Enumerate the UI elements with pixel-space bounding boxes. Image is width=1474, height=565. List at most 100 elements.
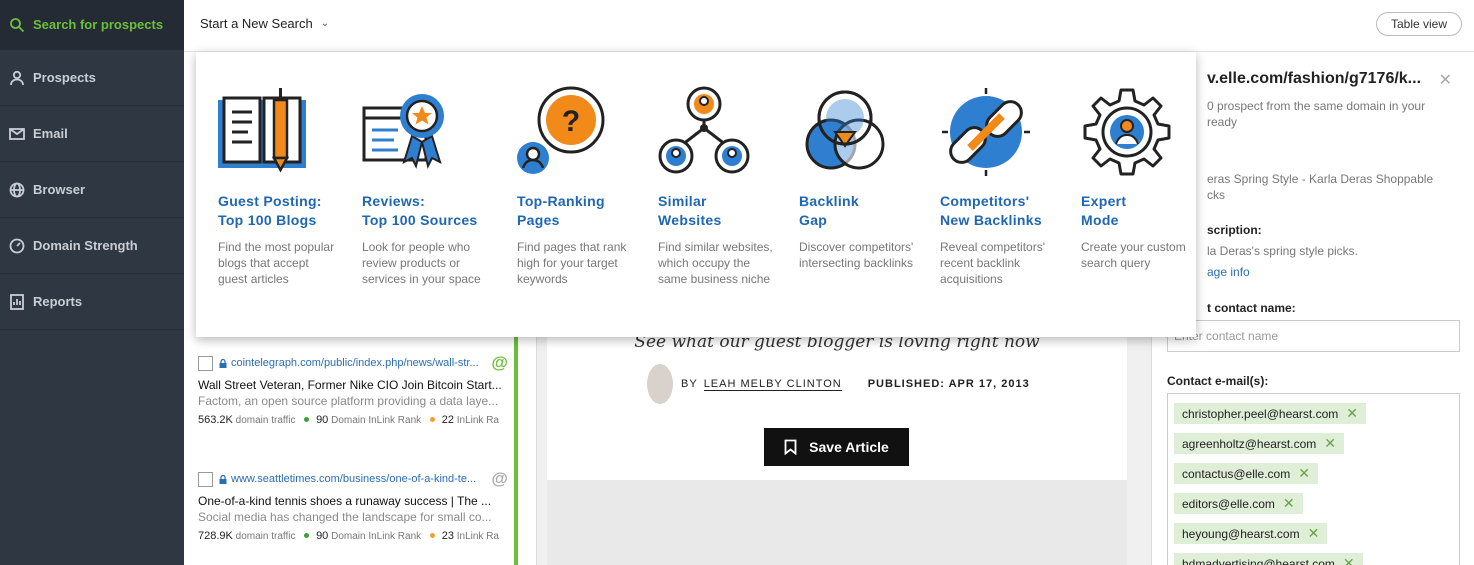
sidebar-item-label: Reports	[33, 294, 83, 309]
remove-email-icon[interactable]: ✕	[1324, 435, 1336, 452]
save-article-label: Save Article	[809, 439, 889, 455]
title-line: Websites	[658, 212, 722, 228]
title-line: Pages	[517, 212, 560, 228]
sidebar-item-domain-strength[interactable]: Domain Strength	[0, 218, 184, 274]
email-chip-text: christopher.peel@hearst.com	[1182, 406, 1339, 421]
award-certificate-icon	[362, 94, 444, 169]
prospect-details-panel: v.elle.com/fashion/g7176/k... ✕ 0 prospe…	[1152, 52, 1474, 565]
search-type-title: Top-Ranking Pages	[517, 192, 657, 230]
svg-text:?: ?	[562, 105, 580, 138]
title-line: New Backlinks	[940, 212, 1042, 228]
top-bar: Start a New Search ⌄ Table view	[184, 0, 1474, 52]
search-type-description: Look for people who review products or s…	[362, 240, 481, 286]
article-lower-area	[547, 480, 1127, 565]
remove-email-icon[interactable]: ✕	[1283, 495, 1295, 512]
remove-email-icon[interactable]: ✕	[1308, 525, 1320, 542]
save-article-button[interactable]: Save Article	[764, 428, 909, 466]
sidebar-item-prospects[interactable]: Prospects	[0, 50, 184, 106]
email-chip-text: heyoung@hearst.com	[1182, 526, 1300, 541]
email-chip: christopher.peel@hearst.com ✕	[1174, 403, 1366, 424]
inlink-rank-label: InLink Ra	[456, 415, 499, 426]
page-title-line: cks	[1207, 188, 1225, 202]
description-text: la Deras's spring style picks.	[1207, 244, 1359, 258]
search-type-title: Backlink Gap	[799, 192, 939, 230]
network-users-icon	[658, 86, 750, 174]
gear-user-icon	[1083, 88, 1171, 176]
article-byline: BY LEAH MELBY CLINTON PUBLISHED: APR 17,…	[647, 364, 1030, 404]
status-dot-green	[304, 533, 310, 538]
select-checkbox[interactable]	[198, 355, 213, 371]
email-found-icon: @	[491, 353, 508, 372]
domain-traffic-label: domain traffic	[235, 531, 296, 542]
domain-traffic-label: domain traffic	[235, 415, 296, 426]
result-url[interactable]: www.seattletimes.com/business/one-of-a-k…	[231, 473, 483, 485]
domain-rank-value: 90	[316, 530, 329, 542]
envelope-icon	[8, 125, 26, 143]
gauge-icon	[8, 237, 26, 255]
sidebar-item-email[interactable]: Email	[0, 106, 184, 162]
domain-rank-label: Domain InLink Rank	[331, 415, 422, 426]
email-chip-text: editors@elle.com	[1182, 496, 1275, 511]
inlink-rank-value: 22	[441, 414, 454, 426]
sidebar-item-label: Search for prospects	[33, 17, 164, 32]
active-row-indicator	[514, 330, 518, 565]
remove-email-icon[interactable]: ✕	[1298, 465, 1310, 482]
prospect-note-line: 0 prospect from the same domain in your	[1207, 99, 1426, 113]
email-missing-icon: @	[491, 469, 508, 488]
search-type-description: Find similar websites, which occupy the …	[658, 240, 773, 286]
table-view-button[interactable]: Table view	[1375, 12, 1462, 36]
by-label: BY	[681, 378, 698, 390]
select-checkbox[interactable]	[198, 471, 213, 487]
result-title: One-of-a-kind tennis shoes a runaway suc…	[198, 494, 492, 508]
title-line: Competitors'	[940, 193, 1030, 209]
result-url[interactable]: cointelegraph.com/public/index.php/news/…	[231, 357, 483, 369]
list-item[interactable]: www.seattletimes.com/business/one-of-a-k…	[198, 469, 508, 542]
chain-link-icon	[942, 88, 1030, 176]
inlink-rank-label: InLink Ra	[456, 531, 499, 542]
chevron-down-icon: ⌄	[320, 18, 330, 29]
sidebar-item-search-for-prospects[interactable]: Search for prospects	[0, 0, 184, 50]
title-line: Reviews:	[362, 193, 426, 209]
prospect-note: 0 prospect from the same domain in your …	[1207, 98, 1467, 130]
search-icon	[8, 16, 26, 34]
sidebar-item-label: Browser	[33, 182, 86, 197]
sidebar-item-browser[interactable]: Browser	[0, 162, 184, 218]
new-search-dropdown-menu: Guest Posting: Top 100 Blogs Find the mos…	[196, 52, 1196, 337]
domain-traffic-value: 728.9K	[198, 530, 233, 542]
title-line: Top 100 Sources	[362, 212, 478, 228]
page-title: eras Spring Style - Karla Deras Shoppabl…	[1207, 171, 1467, 203]
search-type-description: Find the most popular blogs that accept …	[218, 240, 335, 286]
list-item[interactable]: cointelegraph.com/public/index.php/news/…	[198, 353, 508, 426]
contact-name-label: t contact name:	[1207, 301, 1296, 315]
close-icon[interactable]: ✕	[1439, 70, 1452, 90]
page-info-link[interactable]: age info	[1207, 265, 1250, 279]
email-chip-text: hdmadvertising@hearst.com	[1182, 556, 1335, 565]
status-dot-orange	[429, 533, 435, 538]
inlink-rank-value: 23	[441, 530, 454, 542]
prospect-note-line: ready	[1207, 115, 1238, 129]
email-chip-text: agreenholtz@hearst.com	[1182, 436, 1317, 451]
email-chip: hdmadvertising@hearst.com ✕	[1174, 553, 1363, 565]
remove-email-icon[interactable]: ✕	[1346, 405, 1358, 422]
sidebar-item-reports[interactable]: Reports	[0, 274, 184, 330]
email-chip: agreenholtz@hearst.com ✕	[1174, 433, 1344, 454]
title-line: Top-Ranking	[517, 193, 605, 209]
contact-emails-field[interactable]: christopher.peel@hearst.com ✕ agreenholtz…	[1167, 393, 1460, 565]
result-snippet: Social media has changed the landscape f…	[198, 510, 492, 524]
contact-emails-label: Contact e-mail(s):	[1167, 374, 1269, 388]
search-type-description: Reveal competitors' recent backlink acqu…	[940, 240, 1045, 286]
title-line: Guest Posting:	[218, 193, 322, 209]
remove-email-icon[interactable]: ✕	[1343, 555, 1355, 565]
domain-rank-label: Domain InLink Rank	[331, 531, 422, 542]
contact-name-input[interactable]: Enter contact name	[1167, 320, 1460, 352]
result-stats: 728.9K domain traffic 90 Domain InLink R…	[198, 530, 508, 542]
email-chip: contactus@elle.com ✕	[1174, 463, 1318, 484]
search-type-title: Reviews: Top 100 Sources	[362, 192, 502, 230]
email-chip-text: contactus@elle.com	[1182, 466, 1291, 481]
lock-icon	[219, 358, 227, 368]
result-snippet: Factom, an open source platform providin…	[198, 394, 499, 408]
start-new-search-dropdown[interactable]: Start a New Search ⌄	[200, 16, 329, 31]
prospect-url: v.elle.com/fashion/g7176/k...	[1207, 70, 1422, 87]
title-line: Top 100 Blogs	[218, 212, 317, 228]
author-link[interactable]: LEAH MELBY CLINTON	[703, 378, 842, 391]
